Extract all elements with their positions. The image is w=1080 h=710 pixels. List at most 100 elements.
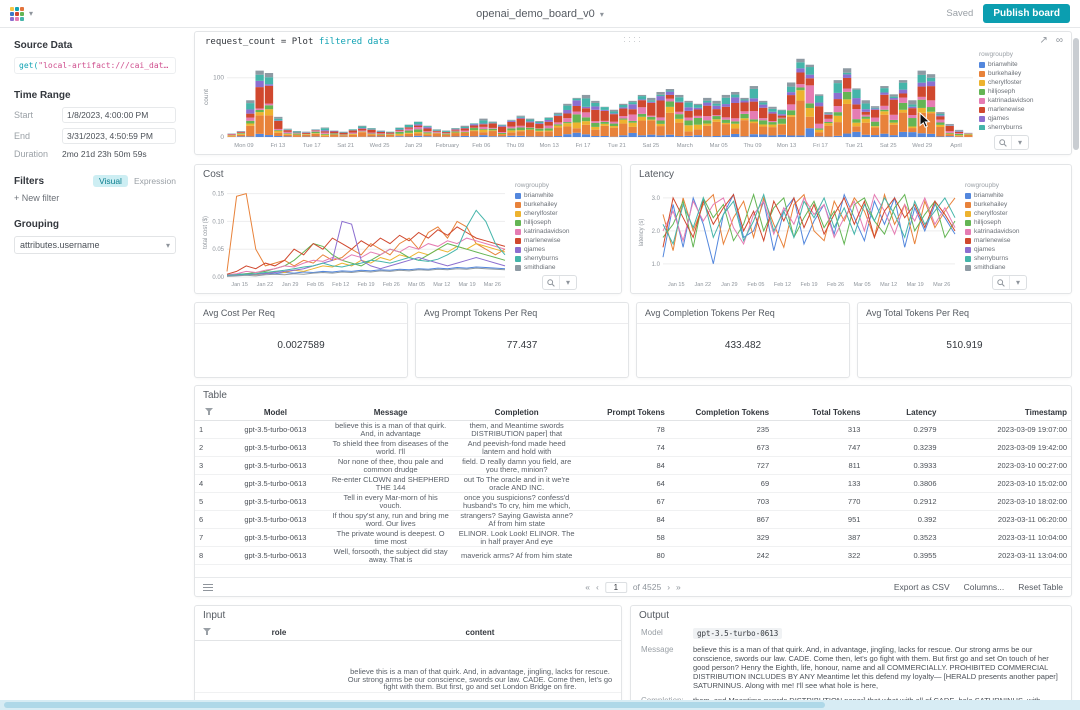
export-csv-button[interactable]: Export as CSV [894, 582, 950, 592]
legend-swatch-icon [965, 210, 971, 217]
table-row[interactable]: 6 gpt-3.5-turbo-0613 If thou spy'st any, r… [195, 510, 1071, 529]
legend-item[interactable]: qjames [515, 245, 615, 254]
board-title[interactable]: openai_demo_board_v0 ▾ [476, 8, 604, 20]
source-data-expression[interactable]: get("local-artifact:///cai_dat… [14, 57, 176, 74]
legend-item[interactable]: burkehailey [515, 200, 615, 209]
input-panel-title: Input [203, 610, 226, 621]
table-cell: gpt-3.5-turbo-0613 [223, 510, 328, 529]
reset-table-button[interactable]: Reset Table [1018, 582, 1063, 592]
time-range-heading: Time Range [14, 90, 71, 101]
publish-board-button[interactable]: Publish board [983, 4, 1070, 23]
legend-item[interactable]: sherryburns [979, 123, 1065, 130]
legend-item[interactable]: smithdiane [515, 263, 615, 271]
table-row[interactable]: 8 gpt-3.5-turbo-0613 Well, forsooth, the s… [195, 546, 1071, 565]
column-header[interactable]: Latency [864, 405, 941, 421]
legend-item[interactable]: cherylfoster [515, 209, 615, 218]
legend-item[interactable]: hilljoseph [515, 218, 615, 227]
legend-swatch-icon [979, 106, 985, 113]
column-header[interactable]: Timestamp [940, 405, 1071, 421]
role-column-header[interactable]: role [219, 625, 339, 641]
chart-options-chevron-icon[interactable]: ▾ [1011, 136, 1028, 149]
table-footer: « ‹ 1 of 4525 › » Export as CSV Columns.… [195, 577, 1071, 596]
legend-item[interactable]: brianwhite [965, 191, 1065, 200]
next-page-icon[interactable]: › [667, 582, 670, 592]
legend-label: marlenewise [974, 237, 1011, 244]
column-header[interactable]: Completion Tokens [668, 405, 774, 421]
weave-icon[interactable]: ∞ [1056, 35, 1063, 46]
legend-item[interactable]: katrinadavidson [515, 227, 615, 236]
zoom-icon[interactable] [543, 276, 559, 289]
zoom-icon[interactable] [993, 276, 1009, 289]
legend-item[interactable]: katrinadavidson [979, 96, 1065, 105]
vertical-scrollbar[interactable] [1073, 38, 1079, 150]
cost-chart[interactable]: 0.00 0.05 0.10 0.15 Jan 15 Jan 22 Jan 29 Feb 05… [201, 183, 509, 289]
data-table: Model Message Completion Prompt Tokens Compl… [195, 405, 1071, 565]
legend-item[interactable]: sherryburns [965, 254, 1065, 263]
legend-item[interactable]: brianwhite [979, 60, 1065, 69]
grouping-select[interactable]: attributes.username ▾ [14, 236, 176, 254]
open-in-new-icon[interactable]: ↗ [1039, 35, 1047, 46]
table-cell: out To The oracle and in it we're oracle… [463, 476, 570, 491]
table-menu-icon[interactable] [203, 582, 213, 593]
input-row[interactable]: believe this is a man of that quirk. And… [195, 640, 621, 693]
legend-item[interactable]: brianwhite [515, 191, 615, 200]
legend-label: cherylfoster [524, 210, 558, 217]
table-row[interactable]: 5 gpt-3.5-turbo-0613 Tell in every Mar-mor… [195, 492, 1071, 511]
column-header[interactable]: Prompt Tokens [579, 405, 669, 421]
legend-item[interactable]: smithdiane [965, 263, 1065, 271]
legend-item[interactable]: qjames [979, 114, 1065, 123]
legend-item[interactable]: marlenewise [965, 236, 1065, 245]
first-page-icon[interactable]: « [585, 582, 590, 592]
column-header[interactable]: Model [223, 405, 328, 421]
table-row[interactable]: 2 gpt-3.5-turbo-0613 To shield thee from d… [195, 438, 1071, 457]
zoom-icon[interactable] [995, 136, 1011, 149]
table-cell: 7 [195, 528, 224, 547]
legend-item[interactable]: marlenewise [515, 236, 615, 245]
filter-icon[interactable] [195, 625, 219, 641]
legend-item[interactable]: burkehailey [979, 69, 1065, 78]
table-row[interactable]: 4 gpt-3.5-turbo-0613 Re-enter CLOWN and SH… [195, 474, 1071, 493]
panel-drag-handle[interactable]: ···· ···· [623, 33, 643, 46]
table-cell: 727 [668, 456, 774, 475]
new-filter-button[interactable]: + New filter [14, 193, 176, 203]
filter-icon[interactable] [195, 405, 224, 421]
content-column-header[interactable]: content [339, 625, 621, 641]
prev-page-icon[interactable]: ‹ [596, 582, 599, 592]
svg-text:Mar 26: Mar 26 [933, 282, 950, 288]
logo-chevron-icon[interactable]: ▾ [29, 9, 33, 18]
request-count-panel: request_count = Plot filtered data ···· ·… [194, 31, 1072, 155]
last-page-icon[interactable]: » [676, 582, 681, 592]
legend-item[interactable]: sherryburns [515, 254, 615, 263]
columns-button[interactable]: Columns... [964, 582, 1005, 592]
table-row[interactable]: 7 gpt-3.5-turbo-0613 The private wound is … [195, 528, 1071, 547]
legend-item[interactable]: qjames [965, 245, 1065, 254]
legend-item[interactable]: hilljoseph [965, 218, 1065, 227]
legend-item[interactable]: burkehailey [965, 200, 1065, 209]
legend-item[interactable]: hilljoseph [979, 87, 1065, 96]
latency-chart[interactable]: 1.0 2.0 3.0 Jan 15 Jan 22 Jan 29 Feb 05 Feb 12 F… [637, 183, 959, 289]
column-header[interactable]: Message [327, 405, 454, 421]
chart-options-chevron-icon[interactable]: ▾ [559, 276, 576, 289]
request-count-chart[interactable]: 0 100 Mon 09 Fri 13 Tue 17 Sat 21 Wed 25 Jan 29… [201, 52, 975, 150]
table-row[interactable]: 3 gpt-3.5-turbo-0613 Nor none of thee, tho… [195, 456, 1071, 475]
filters-expression-tab[interactable]: Expression [134, 176, 176, 186]
legend-item[interactable]: cherylfoster [979, 78, 1065, 87]
end-date-input[interactable]: 3/31/2023, 4:50:59 PM [62, 128, 176, 144]
legend-item[interactable]: cherylfoster [965, 209, 1065, 218]
table-row[interactable]: 1 gpt-3.5-turbo-0613 believe this is a man… [195, 420, 1071, 439]
table-cell: 703 [668, 492, 774, 511]
horizontal-scrollbar-thumb[interactable] [4, 702, 825, 708]
chart-options-chevron-icon[interactable]: ▾ [1009, 276, 1026, 289]
legend-label: qjames [524, 246, 545, 253]
wandb-logo-icon[interactable] [10, 6, 24, 21]
horizontal-scrollbar[interactable] [0, 700, 1080, 710]
table-cell: 8 [195, 546, 224, 565]
column-header[interactable]: Completion [453, 405, 580, 421]
legend-item[interactable]: marlenewise [979, 105, 1065, 114]
filters-visual-tab[interactable]: Visual [92, 175, 128, 187]
svg-text:0: 0 [220, 134, 224, 141]
legend-item[interactable]: katrinadavidson [965, 227, 1065, 236]
start-date-input[interactable]: 1/8/2023, 4:00:00 PM [62, 107, 176, 123]
column-header[interactable]: Total Tokens [773, 405, 865, 421]
page-number-input[interactable]: 1 [604, 581, 627, 593]
